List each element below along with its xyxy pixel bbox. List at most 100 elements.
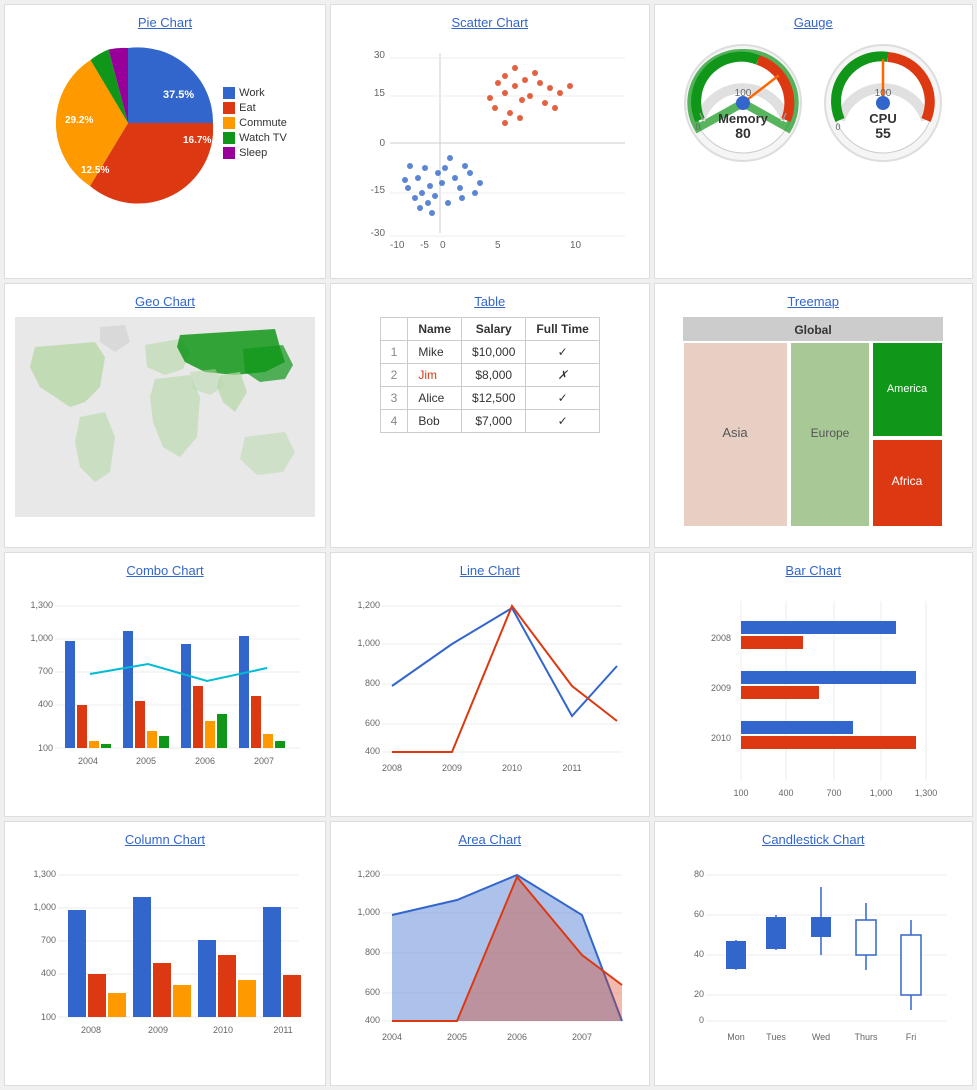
table-cell-salary: $7,000 <box>462 410 526 433</box>
legend-work-label: Work <box>239 87 264 99</box>
svg-text:2004: 2004 <box>78 756 98 766</box>
legend-commute-label: Commute <box>239 117 287 129</box>
column-chart-cell: Column Chart 1,300 1,000 700 400 100 <box>4 821 326 1086</box>
svg-text:2008: 2008 <box>382 763 402 773</box>
svg-text:2006: 2006 <box>507 1032 527 1042</box>
svg-text:Asia: Asia <box>723 425 749 440</box>
cpu-gauge-svg: CPU 55 100 0 <box>818 38 948 168</box>
svg-text:America: America <box>887 383 928 395</box>
table-header-name: Name <box>408 318 462 341</box>
svg-text:400: 400 <box>40 968 55 978</box>
area-chart-svg: 1,200 1,000 800 600 400 2004 2005 2006 2… <box>342 855 637 1075</box>
data-table: Name Salary Full Time 1 Mike $10,000 ✓ 2… <box>380 317 600 433</box>
svg-text:2010: 2010 <box>502 763 522 773</box>
svg-text:100: 100 <box>40 1012 55 1022</box>
legend-work: Work <box>223 87 287 99</box>
treemap-chart-title[interactable]: Treemap <box>787 294 839 309</box>
line-chart-cell: Line Chart 1,200 1,000 800 600 400 2008 … <box>330 552 650 817</box>
svg-text:1,200: 1,200 <box>358 869 381 879</box>
svg-text:2009: 2009 <box>147 1025 167 1035</box>
svg-text:1,300: 1,300 <box>33 869 56 879</box>
svg-text:5: 5 <box>495 240 501 251</box>
legend-commute-color <box>223 117 235 129</box>
table-chart-title[interactable]: Table <box>474 294 505 309</box>
table-header-fulltime: Full Time <box>526 318 599 341</box>
treemap-chart-cell: Treemap Global Asia Europe America Afric… <box>654 283 974 548</box>
svg-text:600: 600 <box>365 718 380 728</box>
svg-text:400: 400 <box>365 746 380 756</box>
svg-text:Europe: Europe <box>811 426 850 440</box>
svg-text:-5: -5 <box>420 240 429 251</box>
combo-chart-title[interactable]: Combo Chart <box>126 563 203 578</box>
svg-text:80: 80 <box>735 125 751 141</box>
table-row: 3 Alice $12,500 ✓ <box>380 387 599 410</box>
svg-text:800: 800 <box>365 947 380 957</box>
pie-chart-title[interactable]: Pie Chart <box>138 15 192 30</box>
table-cell-num: 4 <box>380 410 408 433</box>
table-chart-cell: Table Name Salary Full Time 1 Mike $10,0… <box>330 283 650 548</box>
svg-text:10: 10 <box>570 240 582 251</box>
bar-chart-title[interactable]: Bar Chart <box>785 563 841 578</box>
svg-text:12.5%: 12.5% <box>81 165 109 176</box>
table-cell-num: 3 <box>380 387 408 410</box>
svg-text:1,000: 1,000 <box>358 638 381 648</box>
svg-text:0: 0 <box>379 138 385 149</box>
svg-text:1,000: 1,000 <box>33 902 56 912</box>
svg-text:1,000: 1,000 <box>30 633 53 643</box>
svg-text:-15: -15 <box>370 185 385 196</box>
svg-text:700: 700 <box>40 935 55 945</box>
line-chart-svg: 1,200 1,000 800 600 400 2008 2009 2010 2… <box>342 586 637 806</box>
geo-chart-title[interactable]: Geo Chart <box>135 294 195 309</box>
svg-text:2007: 2007 <box>254 756 274 766</box>
bar-chart-cell: Bar Chart 100 400 700 1,000 1,300 2008 2… <box>654 552 974 817</box>
svg-text:2004: 2004 <box>382 1032 402 1042</box>
table-header-num <box>380 318 408 341</box>
column-chart-svg: 1,300 1,000 700 400 100 <box>18 855 313 1075</box>
svg-text:1,000: 1,000 <box>869 788 892 798</box>
charts-grid: Pie Chart 37.5% 16.7% 12.5% 29.2% <box>0 0 977 1090</box>
combo-chart-cell: Combo Chart 1,300 1,000 700 400 100 <box>4 552 326 817</box>
svg-text:400: 400 <box>38 699 53 709</box>
svg-text:2011: 2011 <box>273 1025 292 1035</box>
svg-text:700: 700 <box>38 666 53 676</box>
svg-text:CPU: CPU <box>870 111 897 126</box>
svg-text:Global: Global <box>795 323 832 337</box>
pie-chart-cell: Pie Chart 37.5% 16.7% 12.5% 29.2% <box>4 4 326 279</box>
legend-watchtv: Watch TV <box>223 132 287 144</box>
svg-text:0: 0 <box>836 122 841 132</box>
svg-text:80: 80 <box>694 869 704 879</box>
svg-text:20: 20 <box>694 989 704 999</box>
svg-text:Memory: Memory <box>718 111 769 126</box>
column-chart-title[interactable]: Column Chart <box>125 832 205 847</box>
svg-text:2010: 2010 <box>711 733 731 743</box>
table-cell-fulltime: ✓ <box>526 341 599 364</box>
table-cell-num: 1 <box>380 341 408 364</box>
table-cell-fulltime: ✗ <box>526 364 599 387</box>
svg-text:2009: 2009 <box>711 683 731 693</box>
svg-text:0: 0 <box>696 122 701 132</box>
svg-text:1,300: 1,300 <box>914 788 937 798</box>
svg-text:Thurs: Thurs <box>854 1032 878 1042</box>
svg-text:16.7%: 16.7% <box>183 135 211 146</box>
svg-text:Wed: Wed <box>812 1032 830 1042</box>
scatter-chart-cell: Scatter Chart 30 15 0 -15 -30 -10 -5 0 5… <box>330 4 650 279</box>
svg-text:37.5%: 37.5% <box>163 89 194 101</box>
candlestick-chart-svg: 80 60 40 20 0 <box>666 855 961 1075</box>
candlestick-chart-title[interactable]: Candlestick Chart <box>762 832 865 847</box>
svg-text:2009: 2009 <box>442 763 462 773</box>
line-chart-title[interactable]: Line Chart <box>460 563 520 578</box>
scatter-chart-title[interactable]: Scatter Chart <box>451 15 528 30</box>
svg-text:Tues: Tues <box>766 1032 786 1042</box>
svg-text:55: 55 <box>875 125 891 141</box>
svg-text:0: 0 <box>699 1015 704 1025</box>
svg-text:Africa: Africa <box>892 474 923 488</box>
svg-text:100: 100 <box>38 743 53 753</box>
svg-text:1,200: 1,200 <box>358 600 381 610</box>
geo-chart-svg <box>15 317 315 517</box>
table-row: 4 Bob $7,000 ✓ <box>380 410 599 433</box>
pie-legend: Work Eat Commute Watch TV Sleep <box>223 87 287 159</box>
gauge-chart-title[interactable]: Gauge <box>794 15 833 30</box>
svg-text:2005: 2005 <box>136 756 156 766</box>
svg-text:1,300: 1,300 <box>30 600 53 610</box>
area-chart-title[interactable]: Area Chart <box>458 832 521 847</box>
